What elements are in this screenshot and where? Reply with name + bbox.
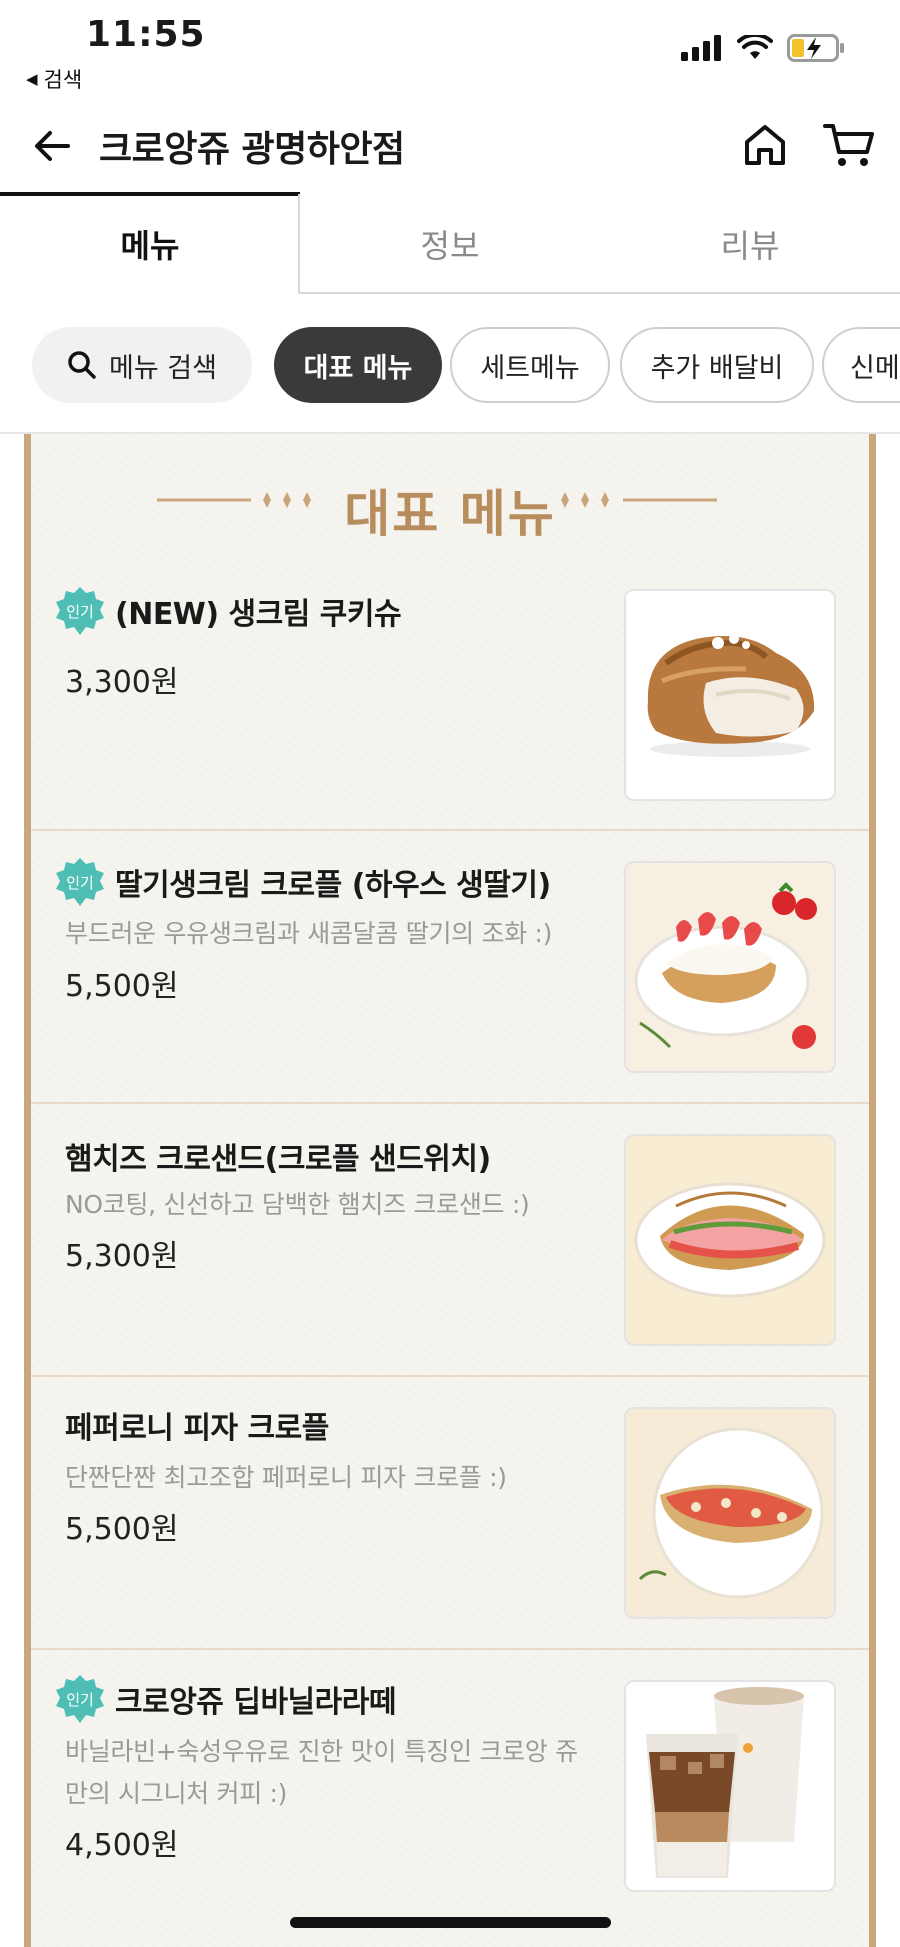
menu-item-title-row: 인기 크로앙쥬 딥바닐라라떼 (55, 1674, 396, 1724)
chip-signature-menu[interactable]: 대표 메뉴 (274, 327, 442, 403)
menu-item-title-row: 페퍼로니 피자 크로플 (55, 1403, 329, 1447)
menu-item-description: NO코팅, 신선하고 담백한 햄치즈 크로샌드 :) (65, 1190, 530, 1219)
popular-badge-icon: 인기 (56, 858, 104, 906)
cart-icon[interactable] (822, 120, 876, 170)
back-arrow-icon[interactable] (28, 122, 76, 170)
menu-item-price: 5,500원 (65, 969, 179, 1004)
menu-item-price: 5,300원 (65, 1239, 179, 1274)
menu-item-name: 크로앙쥬 딥바닐라라떼 (115, 1685, 396, 1720)
menu-item-price: 5,500원 (65, 1512, 179, 1547)
pepperoni-pizza-croffle-image (626, 1409, 834, 1617)
strawberry-croffle-image (626, 863, 834, 1071)
menu-item[interactable]: 인기 크로앙쥬 딥바닐라라떼 바닐라빈+숙성우유로 진한 맛이 특징인 크로앙 … (31, 1650, 869, 1947)
tab-reviews[interactable]: 리뷰 (600, 192, 900, 296)
menu-item-name: 딸기생크림 크로플 (하우스 생딸기) (115, 868, 551, 903)
popular-badge-icon: 인기 (56, 587, 104, 635)
ham-cheese-crosand-image (626, 1136, 834, 1344)
tab-info[interactable]: 정보 (300, 192, 600, 296)
chip-set-menu[interactable]: 세트메뉴 (450, 327, 610, 403)
home-icon[interactable] (740, 120, 790, 170)
tab-menu[interactable]: 메뉴 (0, 192, 300, 296)
chip-extra-delivery-fee[interactable]: 추가 배달비 (620, 327, 814, 403)
vanilla-latte-image (626, 1682, 834, 1890)
menu-item-name: (NEW) 생크림 쿠키슈 (115, 597, 402, 632)
tab-bar: 메뉴 정보 리뷰 (0, 192, 900, 296)
app-header: 크로앙쥬 광명하안점 (0, 100, 900, 192)
menu-item-name: 페퍼로니 피자 크로플 (65, 1411, 329, 1446)
signature-menu-panel: 대표 메뉴 인기 (NEW) 생크림 쿠키슈 3,300원 인기 딸기생크림 크… (24, 434, 876, 1947)
popular-badge-text: 인기 (66, 603, 94, 621)
status-icons (681, 34, 845, 62)
back-to-search-link[interactable]: ◀ 검색 (26, 64, 82, 94)
wifi-icon (737, 35, 773, 59)
popular-badge-icon: 인기 (56, 1675, 104, 1723)
category-chips: 메뉴 검색 대표 메뉴 세트메뉴 추가 배달비 신메 (0, 327, 900, 403)
menu-item-name: 햄치즈 크로샌드(크로플 샌드위치) (65, 1142, 491, 1177)
menu-item-title-row: 인기 (NEW) 생크림 쿠키슈 (55, 586, 402, 636)
menu-item-image[interactable] (624, 861, 836, 1073)
menu-search-label: 메뉴 검색 (109, 352, 217, 384)
status-time: 11:55 (86, 14, 206, 55)
signal-icon (681, 35, 721, 61)
menu-item-title-row: 햄치즈 크로샌드(크로플 샌드위치) (55, 1134, 491, 1178)
cookie-choux-image (626, 591, 834, 799)
menu-item-description: 부드러운 우유생크림과 새콤달콤 딸기의 조화 :) (65, 919, 553, 948)
menu-item[interactable]: 인기 딸기생크림 크로플 (하우스 생딸기) 부드러운 우유생크림과 새콤달콤 … (31, 831, 869, 1104)
menu-item-image[interactable] (624, 1407, 836, 1619)
menu-item-title-row: 인기 딸기생크림 크로플 (하우스 생딸기) (55, 857, 551, 907)
chip-new-menu[interactable]: 신메 (822, 327, 900, 403)
menu-item[interactable]: 햄치즈 크로샌드(크로플 샌드위치) NO코팅, 신선하고 담백한 햄치즈 크로… (31, 1104, 869, 1377)
back-to-search-label: 검색 (43, 68, 83, 92)
back-triangle-icon: ◀ (26, 70, 38, 88)
search-icon (68, 351, 96, 379)
home-indicator (290, 1917, 611, 1928)
menu-search-button[interactable]: 메뉴 검색 (32, 327, 252, 403)
popular-badge-text: 인기 (66, 874, 94, 892)
menu-item[interactable]: 인기 (NEW) 생크림 쿠키슈 3,300원 (31, 434, 869, 831)
menu-item-price: 3,300원 (65, 665, 179, 700)
status-bar: 11:55 ◀ 검색 (0, 0, 900, 95)
menu-item-image[interactable] (624, 1134, 836, 1346)
menu-item-image[interactable] (624, 1680, 836, 1892)
menu-item-price: 4,500원 (65, 1828, 179, 1863)
battery-charging-icon (787, 34, 844, 62)
menu-item-image[interactable] (624, 589, 836, 801)
popular-badge-text: 인기 (66, 1691, 94, 1709)
menu-item-description: 단짠단짠 최고조합 페퍼로니 피자 크로플 :) (65, 1463, 507, 1492)
menu-item-description: 바닐라빈+숙성우유로 진한 맛이 특징인 크로앙 쥬만의 시그니처 커피 :) (65, 1737, 578, 1808)
menu-item[interactable]: 페퍼로니 피자 크로플 단짠단짠 최고조합 페퍼로니 피자 크로플 :) 5,5… (31, 1377, 869, 1650)
store-title: 크로앙쥬 광명하안점 (99, 129, 405, 170)
